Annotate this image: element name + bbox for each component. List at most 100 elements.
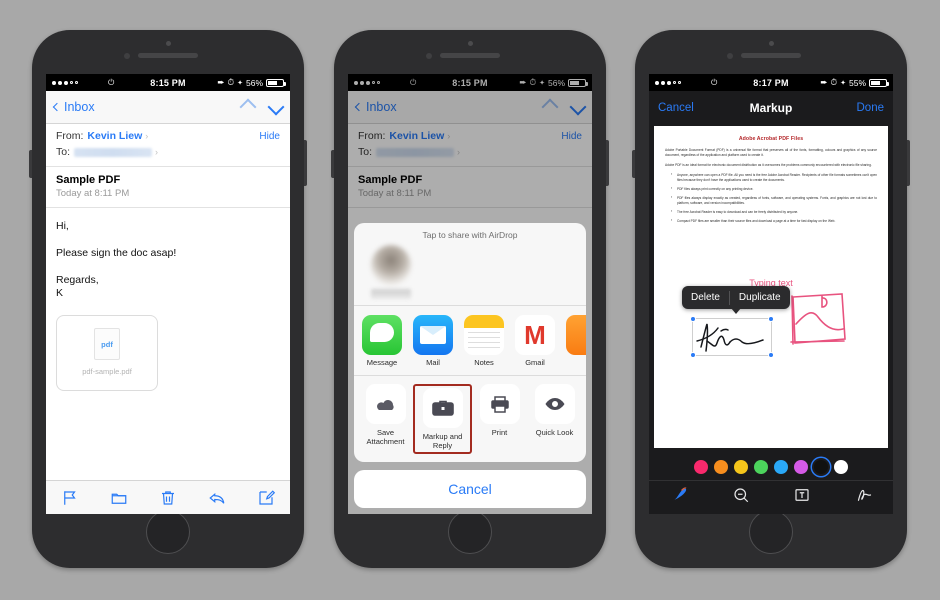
chevron-right-icon: › (155, 147, 159, 157)
color-swatch-magenta[interactable] (794, 460, 808, 474)
color-swatch-black[interactable] (814, 460, 828, 474)
from-label: From: (56, 130, 84, 142)
signature-annotation[interactable] (690, 316, 774, 358)
notes-app-icon (464, 315, 504, 356)
document-bullet-list: Anyone, anywhere can open a PDF file. Al… (671, 172, 877, 224)
body-text: Please sign the doc asap! (56, 247, 177, 260)
subject-text: Sample PDF (56, 174, 121, 186)
cancel-button[interactable]: Cancel (354, 470, 586, 508)
document-title: Adobe Acrobat PDF Files (738, 136, 804, 142)
home-button[interactable] (749, 510, 793, 554)
document-bullet: PDF files always display exactly as crea… (671, 195, 877, 206)
action-save-attachment[interactable]: Save Attachment (358, 384, 413, 454)
location-arrow-icon: ➨ (217, 77, 225, 87)
phone-device-2: ⏻ 8:15 PM ➨ ⏱ ✦ 56% Inbox From: Kevin Li… (331, 30, 609, 568)
avatar (371, 245, 411, 286)
resize-handle[interactable] (690, 316, 696, 322)
signature-tool-icon[interactable] (853, 486, 873, 504)
share-sheet-card: Tap to share with AirDrop Message Mail N… (354, 223, 586, 462)
compose-icon[interactable] (257, 489, 275, 507)
briefcase-icon (422, 388, 463, 428)
eye-icon (534, 384, 575, 424)
flag-icon[interactable] (61, 489, 79, 507)
color-swatch-yellow[interactable] (734, 460, 748, 474)
body-greeting: Hi, (56, 220, 69, 232)
status-time: 8:15 PM (150, 77, 186, 88)
recipient-redacted (74, 147, 153, 157)
to-label: To: (56, 146, 71, 158)
color-swatch-orange[interactable] (714, 460, 728, 474)
status-right-group: ➨ ⏱ ✦ 56% (217, 77, 286, 88)
phone-device-3: ⏻ 8:17 PM ➨ ⏱ ✦ 55% Cancel Markup Done A… (632, 30, 910, 568)
phone2-screen: ⏻ 8:15 PM ➨ ⏱ ✦ 56% Inbox From: Kevin Li… (348, 74, 592, 514)
earpiece-speaker (440, 53, 500, 58)
pen-tool-icon[interactable] (670, 486, 690, 504)
mail-header: From: Kevin Liew › Hide To: › (46, 124, 290, 167)
text-tool-icon[interactable] (792, 486, 812, 504)
duplicate-menu-item[interactable]: Duplicate (730, 292, 790, 303)
share-app-mail[interactable]: Mail (411, 315, 455, 368)
action-label: Save Attachment (366, 428, 405, 446)
document-bullet: Anyone, anywhere can open a PDF file. Al… (671, 172, 877, 183)
action-quick-look[interactable]: Quick Look (527, 384, 582, 454)
location-arrow-icon: ➨ (820, 77, 828, 87)
next-message-button[interactable] (267, 98, 285, 116)
color-swatch-blue[interactable] (774, 460, 788, 474)
hide-details-button[interactable]: Hide (259, 131, 280, 142)
attachment-card[interactable]: pdf pdf-sample.pdf (56, 314, 158, 391)
sender-name[interactable]: Kevin Liew (87, 130, 142, 142)
pdf-page: Adobe Acrobat PDF Files Adobe Portable D… (654, 126, 888, 448)
more-app-icon (566, 315, 586, 356)
folder-icon[interactable] (110, 489, 128, 507)
airdrop-contact[interactable] (362, 245, 420, 300)
document-bullet: Compact PDF files are smaller than their… (671, 218, 877, 224)
resize-handle[interactable] (768, 316, 774, 322)
color-swatch-green[interactable] (754, 460, 768, 474)
document-canvas[interactable]: Adobe Acrobat PDF Files Adobe Portable D… (649, 124, 893, 454)
magnifier-tool-icon[interactable] (731, 486, 751, 504)
mail-toolbar (46, 480, 290, 514)
proximity-sensor-icon (426, 53, 432, 59)
share-app-notes[interactable]: Notes (462, 315, 506, 368)
app-label: Notes (474, 358, 494, 368)
resize-handle[interactable] (768, 352, 774, 358)
bluetooth-icon: ✦ (237, 79, 243, 87)
back-to-inbox-button[interactable]: Inbox (52, 100, 95, 114)
sketch-annotation[interactable] (788, 291, 850, 349)
home-button[interactable] (448, 510, 492, 554)
proximity-sensor-icon (124, 53, 130, 59)
color-swatch-white[interactable] (834, 460, 848, 474)
to-row: To: › (56, 146, 280, 158)
alarm-icon: ⏱ (227, 77, 235, 87)
color-swatch-pink[interactable] (694, 460, 708, 474)
message-date: Today at 8:11 PM (56, 188, 130, 199)
body-signoff: Regards, (56, 274, 99, 287)
share-app-message[interactable]: Message (360, 315, 404, 368)
trash-icon[interactable] (159, 489, 177, 507)
reply-icon[interactable] (208, 489, 226, 507)
document-paragraph: Adobe PDF is an ideal format for electro… (665, 162, 872, 167)
previous-message-button[interactable] (239, 98, 257, 116)
pdf-type-label: pdf (101, 339, 113, 349)
cancel-button[interactable]: Cancel (658, 102, 694, 114)
action-label: Quick Look (535, 428, 574, 437)
home-button[interactable] (146, 510, 190, 554)
action-markup-and-reply[interactable]: Markup and Reply (413, 384, 472, 454)
color-palette (649, 454, 893, 480)
share-app-gmail[interactable]: M Gmail (513, 315, 557, 368)
document-paragraph: Adobe Portable Document Format (PDF) is … (665, 148, 877, 157)
delete-menu-item[interactable]: Delete (682, 292, 729, 303)
resize-handle[interactable] (690, 352, 696, 358)
from-row: From: Kevin Liew › Hide (56, 130, 280, 142)
done-button[interactable]: Done (857, 102, 885, 114)
mail-body: Hi, Please sign the doc asap! Regards, K… (46, 208, 290, 403)
messages-app-icon (362, 315, 402, 356)
action-label: Print (491, 428, 508, 437)
context-menu: Delete Duplicate (682, 286, 790, 314)
airdrop-section: Tap to share with AirDrop (354, 223, 586, 307)
share-actions-row: Save Attachment Markup and Reply Print Q… (354, 376, 586, 462)
action-print[interactable]: Print (472, 384, 527, 454)
battery-percent: 56% (245, 77, 263, 88)
share-app-more[interactable] (564, 315, 586, 368)
battery-icon (266, 78, 286, 87)
